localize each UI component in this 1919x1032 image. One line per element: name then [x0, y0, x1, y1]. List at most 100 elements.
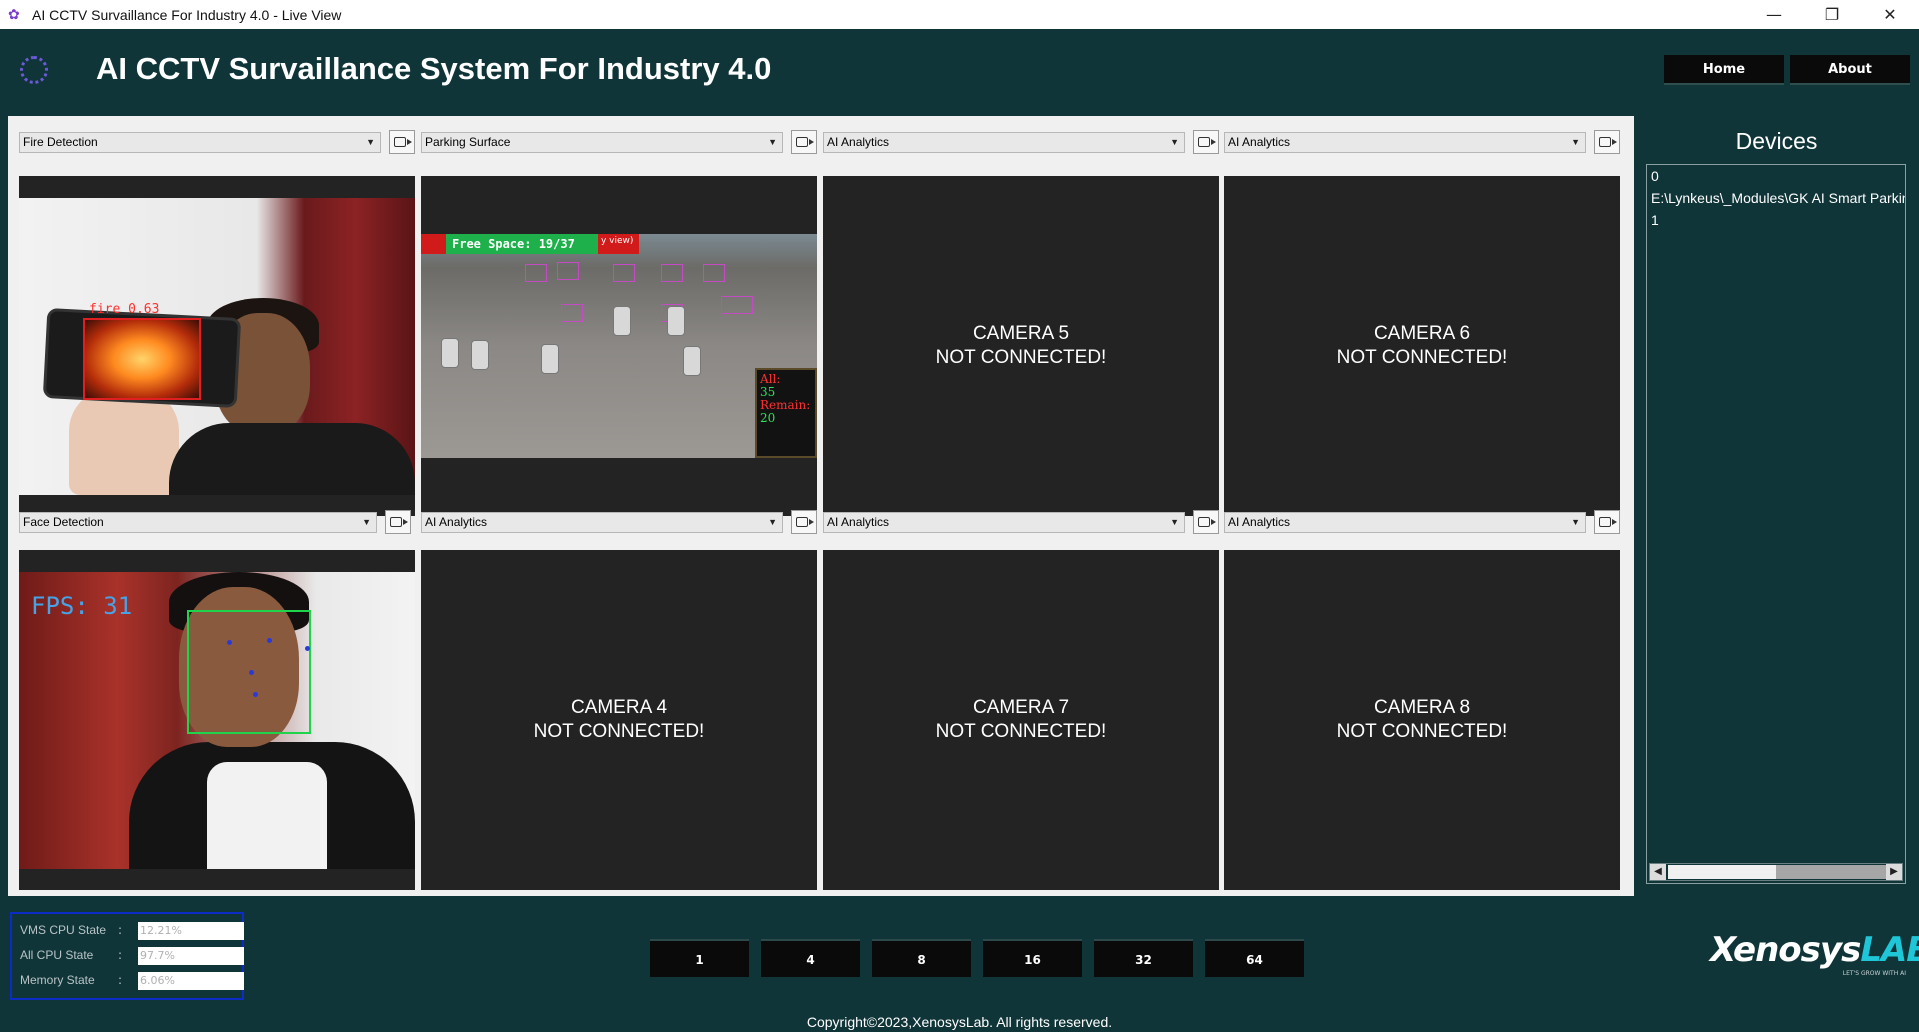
parked-car	[441, 338, 459, 368]
parking-free-space: Free Space: 19/37	[446, 234, 598, 254]
camera-view[interactable]: CAMERA 7 NOT CONNECTED!	[823, 550, 1219, 890]
video-camera-icon	[796, 517, 814, 527]
camera-view[interactable]: CAMERA 6 NOT CONNECTED!	[1224, 176, 1620, 516]
camera-mode-value: Fire Detection	[23, 135, 98, 149]
horizontal-scrollbar[interactable]: ◀ ▶	[1649, 863, 1903, 881]
camera-view[interactable]: y view) Free Space: 19/37 All: 35 Remain…	[421, 176, 817, 516]
brand-logo: XenosysLAB LET'S GROW WITH AI	[1710, 930, 1919, 982]
camera-toolbar: AI Analytics ▼	[823, 510, 1219, 534]
video-camera-icon	[1599, 137, 1617, 147]
brain-logo-icon	[20, 56, 48, 84]
video-camera-icon	[1198, 517, 1216, 527]
layout-32-button[interactable]: 32	[1094, 939, 1193, 977]
camera-connect-button[interactable]	[1193, 130, 1219, 154]
home-button[interactable]: Home	[1664, 55, 1784, 85]
camera-view[interactable]: CAMERA 8 NOT CONNECTED!	[1224, 550, 1620, 890]
device-list[interactable]: 0 E:\Lynkeus\_Modules\GK AI Smart Parkin…	[1646, 164, 1906, 884]
scroll-thumb[interactable]	[1776, 865, 1886, 879]
parking-slot	[721, 296, 753, 314]
face-shirt	[207, 762, 327, 869]
camera-connect-button[interactable]	[1193, 510, 1219, 534]
layout-1-button[interactable]: 1	[650, 939, 749, 977]
stat-separator: :	[118, 973, 123, 987]
camera-not-connected: NOT CONNECTED!	[935, 347, 1107, 368]
face-dot	[253, 692, 258, 697]
dropdown-arrow-icon: ▼	[366, 137, 375, 147]
parked-car	[613, 306, 631, 336]
video-camera-icon	[394, 137, 412, 147]
devices-title: Devices	[1735, 128, 1818, 154]
layout-64-button[interactable]: 64	[1205, 939, 1304, 977]
parked-car	[683, 346, 701, 376]
system-stats: VMS CPU State : 12.21% All CPU State : 9…	[10, 912, 244, 1000]
camera-mode-select[interactable]: Face Detection ▼	[19, 512, 377, 533]
device-item[interactable]: E:\Lynkeus\_Modules\GK AI Smart Parking	[1647, 187, 1905, 209]
copyright-footer: Copyright©2023,XenosysLab. All rights re…	[0, 1012, 1919, 1032]
devices-panel: Devices 0 E:\Lynkeus\_Modules\GK AI Smar…	[1642, 116, 1911, 891]
about-button[interactable]: About	[1790, 55, 1910, 85]
dropdown-arrow-icon: ▼	[1571, 517, 1580, 527]
camera-mode-value: AI Analytics	[1228, 135, 1291, 149]
all-cpu-row: All CPU State : 97.7%	[20, 944, 244, 969]
dropdown-arrow-icon: ▼	[768, 517, 777, 527]
brand-name-part1: Xenosys	[1710, 930, 1861, 970]
camera-status: CAMERA 8 NOT CONNECTED!	[1224, 550, 1620, 890]
scroll-right-icon[interactable]: ▶	[1886, 864, 1902, 880]
stat-separator: :	[118, 948, 123, 962]
camera-connect-button[interactable]	[1594, 130, 1620, 154]
camera-mode-select[interactable]: Fire Detection ▼	[19, 132, 381, 153]
camera-connect-button[interactable]	[1594, 510, 1620, 534]
vms-cpu-row: VMS CPU State : 12.21%	[20, 919, 244, 944]
camera-toolbar: AI Analytics ▼	[421, 510, 817, 534]
camera-toolbar: Parking Surface ▼	[421, 130, 817, 154]
dropdown-arrow-icon: ▼	[1571, 137, 1580, 147]
camera-not-connected: NOT CONNECTED!	[935, 721, 1107, 742]
vms-cpu-value: 12.21%	[138, 922, 244, 940]
close-button[interactable]: ✕	[1861, 0, 1919, 29]
parking-remain-count: 20	[760, 411, 776, 425]
parking-slot	[525, 264, 547, 282]
camera-status: CAMERA 4 NOT CONNECTED!	[421, 550, 817, 890]
layout-4-button[interactable]: 4	[761, 939, 860, 977]
camera-view[interactable]: CAMERA 4 NOT CONNECTED!	[421, 550, 817, 890]
video-camera-icon	[1198, 137, 1216, 147]
brand-name-part2: LAB	[1860, 930, 1919, 970]
camera-grid: Fire Detection ▼ fire 0.63 Parking Surfac…	[8, 116, 1634, 896]
camera-mode-select[interactable]: AI Analytics ▼	[1224, 132, 1586, 153]
camera-view[interactable]: FPS: 31	[19, 550, 415, 890]
fire-detection-feed: fire 0.63	[19, 198, 415, 495]
dropdown-arrow-icon: ▼	[362, 517, 371, 527]
face-dot	[305, 646, 310, 651]
device-item[interactable]: 1	[1647, 209, 1905, 231]
device-item[interactable]: 0	[1647, 165, 1905, 187]
window-controls: — ❐ ✕	[1745, 0, 1919, 29]
parking-slot	[561, 304, 583, 322]
camera-not-connected: NOT CONNECTED!	[1336, 347, 1508, 368]
camera-mode-select[interactable]: AI Analytics ▼	[421, 512, 783, 533]
scroll-track[interactable]	[1668, 865, 1886, 879]
camera-connect-button[interactable]	[389, 130, 415, 154]
minimize-button[interactable]: —	[1745, 0, 1803, 29]
camera-mode-value: Parking Surface	[425, 135, 511, 149]
camera-mode-select[interactable]: AI Analytics ▼	[1224, 512, 1586, 533]
camera-connect-button[interactable]	[791, 130, 817, 154]
camera-toolbar: Face Detection ▼	[19, 510, 415, 534]
camera-connect-button[interactable]	[791, 510, 817, 534]
camera-mode-select[interactable]: Parking Surface ▼	[421, 132, 783, 153]
parked-car	[541, 344, 559, 374]
camera-connect-button[interactable]	[385, 510, 411, 534]
camera-mode-select[interactable]: AI Analytics ▼	[823, 132, 1185, 153]
restore-button[interactable]: ❐	[1803, 0, 1861, 29]
camera-view[interactable]: CAMERA 5 NOT CONNECTED!	[823, 176, 1219, 516]
camera-mode-value: AI Analytics	[827, 515, 890, 529]
app-logo-icon: ✿	[8, 6, 20, 23]
camera-toolbar: AI Analytics ▼	[823, 130, 1219, 154]
camera-mode-value: Face Detection	[23, 515, 104, 529]
scroll-left-icon[interactable]: ◀	[1650, 864, 1666, 880]
camera-name: CAMERA 6	[1373, 323, 1471, 344]
dropdown-arrow-icon: ▼	[1170, 517, 1179, 527]
layout-8-button[interactable]: 8	[872, 939, 971, 977]
camera-view[interactable]: fire 0.63	[19, 176, 415, 516]
layout-16-button[interactable]: 16	[983, 939, 1082, 977]
camera-mode-select[interactable]: AI Analytics ▼	[823, 512, 1185, 533]
